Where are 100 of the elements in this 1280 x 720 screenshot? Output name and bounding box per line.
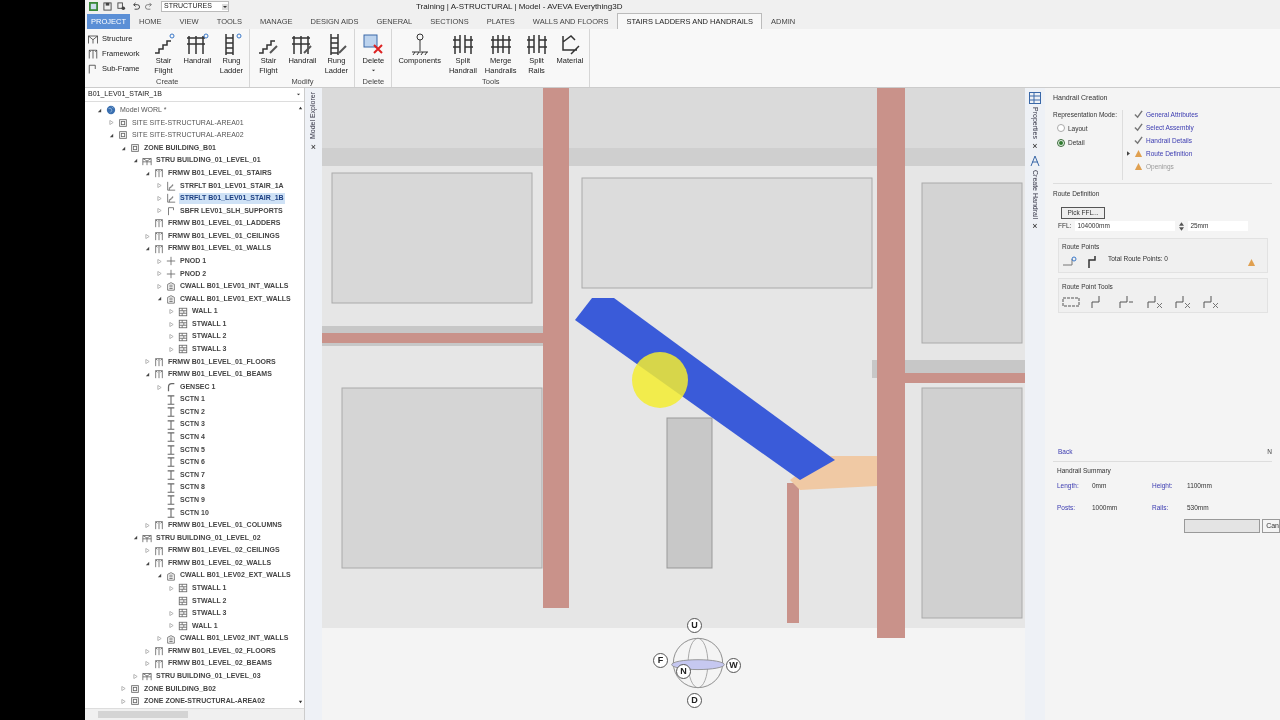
collapsed-arrow-icon[interactable] [144, 648, 150, 654]
collapsed-arrow-icon[interactable] [156, 384, 162, 390]
collapsed-arrow-icon[interactable] [168, 309, 174, 315]
collapsed-arrow-icon[interactable] [144, 522, 150, 528]
frame-icon [154, 218, 164, 229]
delete-point-icon[interactable] [1202, 294, 1220, 309]
collapsed-arrow-icon[interactable] [168, 321, 174, 327]
frame-icon [87, 63, 99, 75]
structure-icon [142, 532, 152, 543]
stair-icon [166, 193, 176, 204]
warning-icon [1247, 257, 1256, 267]
expanded-arrow-icon[interactable] [144, 371, 150, 377]
expanded-arrow-icon[interactable] [120, 145, 126, 151]
insert-point-icon[interactable] [1118, 294, 1136, 309]
handrail-icon [185, 32, 210, 56]
wall-icon [178, 608, 188, 619]
redo-icon[interactable] [145, 2, 154, 11]
merge-icon [488, 32, 513, 56]
frame-icon [154, 243, 164, 254]
add-point-icon[interactable] [1062, 256, 1078, 268]
structure-icon [142, 671, 152, 682]
collapsed-arrow-icon[interactable] [144, 661, 150, 667]
bend-icon [166, 382, 176, 392]
globe-icon [106, 105, 116, 116]
wall-icon [178, 595, 188, 606]
wall-icon [166, 281, 176, 292]
frame-icon [154, 646, 164, 657]
structure-icon [87, 33, 99, 45]
close-button[interactable]: × [1032, 221, 1038, 231]
expanded-arrow-icon[interactable] [144, 560, 150, 566]
collapsed-arrow-icon[interactable] [156, 208, 162, 214]
frame-icon [87, 48, 99, 60]
cube-icon [130, 696, 140, 707]
collapsed-arrow-icon[interactable] [168, 623, 174, 629]
undo-icon[interactable] [131, 2, 140, 11]
i-beam-icon [166, 444, 176, 455]
rectangle-route-icon[interactable] [1062, 295, 1080, 308]
i-beam-icon [166, 394, 176, 405]
expanded-arrow-icon[interactable] [144, 170, 150, 176]
collapsed-arrow-icon[interactable] [168, 334, 174, 340]
handrail-icon [1029, 154, 1041, 167]
cube-icon [118, 130, 128, 141]
horizontal-scrollbar[interactable] [85, 708, 304, 720]
frame-icon [154, 356, 164, 367]
scroll-down-icon[interactable] [297, 699, 303, 704]
frame-icon [154, 558, 164, 569]
collapsed-arrow-icon[interactable] [120, 686, 126, 692]
expanded-arrow-icon[interactable] [156, 573, 162, 579]
save-icon[interactable] [103, 2, 112, 11]
wall-icon [178, 319, 188, 330]
collapsed-arrow-icon[interactable] [144, 359, 150, 365]
close-button[interactable]: × [310, 143, 317, 153]
delete-point-icon[interactable] [1146, 294, 1164, 309]
expanded-arrow-icon[interactable] [132, 158, 138, 164]
collapsed-arrow-icon[interactable] [156, 271, 162, 277]
expanded-arrow-icon[interactable] [156, 296, 162, 302]
wall-icon [178, 306, 188, 317]
collapsed-arrow-icon[interactable] [156, 195, 162, 201]
frame-icon [154, 369, 164, 380]
frame-icon [154, 168, 164, 179]
delete-point-icon[interactable] [1174, 294, 1192, 309]
wall-icon [166, 293, 176, 304]
create-button[interactable] [1184, 518, 1261, 533]
collapsed-arrow-icon[interactable] [156, 636, 162, 642]
wall-icon [178, 344, 188, 355]
collapsed-arrow-icon[interactable] [168, 346, 174, 352]
collapsed-arrow-icon[interactable] [120, 698, 126, 704]
frame-icon [166, 205, 176, 216]
app-icon[interactable] [89, 2, 98, 11]
frame-icon [154, 520, 164, 531]
i-beam-icon [166, 495, 176, 506]
delete-icon [361, 32, 386, 56]
structure-icon [142, 155, 152, 166]
split-icon [524, 32, 549, 56]
close-button[interactable]: × [1032, 141, 1038, 151]
dropdown-caret-icon [296, 92, 301, 97]
expanded-arrow-icon[interactable] [144, 246, 150, 252]
collapsed-arrow-icon[interactable] [168, 585, 174, 591]
collapsed-arrow-icon[interactable] [144, 548, 150, 553]
wall-icon [166, 570, 176, 581]
spinner-icon[interactable] [1179, 221, 1185, 231]
collapsed-arrow-icon[interactable] [156, 283, 162, 289]
window-title: Training | A-STRUCTURAL | Model - AVEVA Everything3D [416, 1, 623, 13]
wall-icon [178, 331, 188, 342]
expanded-arrow-icon[interactable] [96, 107, 102, 113]
expanded-arrow-icon[interactable] [132, 535, 138, 541]
i-beam-icon [166, 470, 176, 481]
collapsed-arrow-icon[interactable] [108, 120, 114, 126]
cube-icon [130, 143, 140, 153]
wall-icon [178, 583, 188, 594]
collapsed-arrow-icon[interactable] [168, 610, 174, 616]
collapsed-arrow-icon[interactable] [156, 183, 162, 189]
i-beam-icon [166, 419, 176, 430]
scroll-up-icon[interactable] [297, 106, 303, 111]
collapsed-arrow-icon[interactable] [156, 258, 162, 264]
node-point-icon [166, 268, 176, 279]
frame-icon [154, 658, 164, 669]
collapsed-arrow-icon[interactable] [144, 233, 150, 239]
expanded-arrow-icon[interactable] [108, 132, 114, 138]
collapsed-arrow-icon[interactable] [132, 673, 138, 679]
